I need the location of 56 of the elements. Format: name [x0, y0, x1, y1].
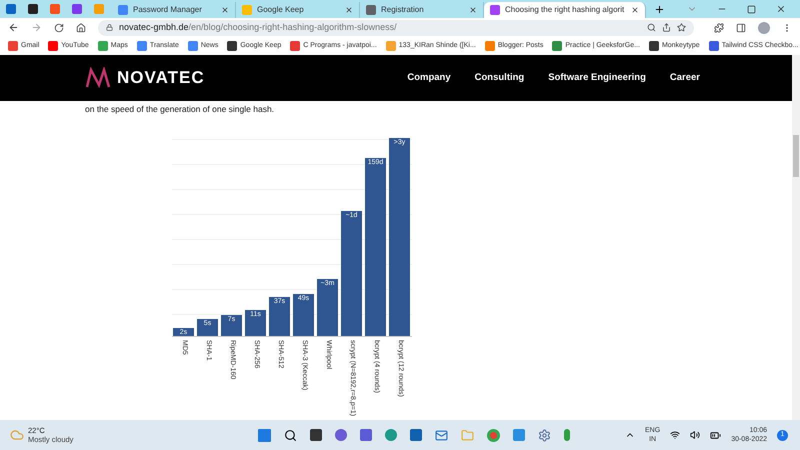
close-icon[interactable]	[631, 6, 639, 14]
logo-text: NOVATEC	[117, 67, 205, 90]
restore-icon[interactable]	[747, 4, 756, 14]
volume-icon[interactable]	[690, 430, 700, 440]
new-tab-icon[interactable]	[654, 4, 665, 15]
favicon-icon	[484, 41, 495, 51]
favicon-icon	[8, 41, 18, 51]
favicon-icon	[552, 41, 562, 51]
url-text: novatec-gmbh.de/en/blog/choosing-right-hashing-algorithm-slowness/	[119, 20, 398, 34]
pinned-tab-icon	[94, 4, 104, 14]
favicon-icon	[290, 41, 300, 51]
pinned-tab-icon	[28, 4, 38, 14]
back-icon[interactable]	[8, 22, 19, 33]
favicon-icon	[708, 41, 719, 51]
favicon-icon	[648, 41, 659, 51]
search-icon[interactable]	[284, 428, 298, 442]
mail-icon[interactable]	[435, 428, 448, 442]
close-icon[interactable]	[221, 6, 229, 14]
app-icon[interactable]	[410, 429, 422, 441]
favicon-icon	[490, 5, 500, 15]
share-icon[interactable]	[662, 23, 671, 32]
nav-link[interactable]: Consulting	[474, 70, 524, 86]
close-icon[interactable]	[776, 4, 786, 14]
favicon-icon	[118, 5, 128, 15]
address-bar[interactable]: novatec-gmbh.de/en/blog/choosing-right-hashing-algorithm-slowness/	[98, 20, 694, 36]
settings-icon[interactable]	[538, 428, 552, 442]
reload-icon[interactable]	[54, 22, 64, 32]
favicon-icon	[227, 41, 238, 51]
pinned-tab-icon	[6, 4, 16, 14]
extensions-icon[interactable]	[714, 22, 724, 32]
close-icon[interactable]	[469, 6, 477, 14]
favicon-icon	[188, 41, 198, 51]
pinned-tab-icon	[72, 4, 82, 14]
zoom-icon[interactable]	[647, 23, 656, 32]
lock-icon	[106, 24, 113, 31]
nav-link[interactable]: Software Engineering	[548, 70, 646, 86]
home-icon[interactable]	[76, 22, 86, 32]
favicon-icon	[136, 41, 147, 51]
nav-link[interactable]: Company	[407, 70, 451, 86]
side-panel-icon[interactable]	[736, 22, 746, 32]
close-icon[interactable]	[345, 6, 353, 14]
bookmark-star-icon[interactable]	[677, 23, 686, 32]
intro-text: on the speed of the generation of one single hash.	[85, 103, 276, 116]
favicon-icon	[386, 41, 396, 51]
favicon-icon	[98, 41, 108, 51]
wifi-icon[interactable]	[670, 430, 680, 440]
browser-tab[interactable]: Choosing the right hashing algorit	[484, 2, 646, 18]
favicon-icon	[48, 41, 58, 51]
scrollbar[interactable]	[792, 55, 800, 420]
nav-link[interactable]: Career	[670, 70, 700, 86]
logo-icon	[85, 67, 111, 89]
favicon-icon	[242, 5, 252, 15]
battery-icon[interactable]	[710, 430, 722, 440]
pinned-tab-icon	[50, 4, 60, 14]
favicon-icon	[366, 5, 376, 15]
app-icon[interactable]	[360, 429, 372, 441]
